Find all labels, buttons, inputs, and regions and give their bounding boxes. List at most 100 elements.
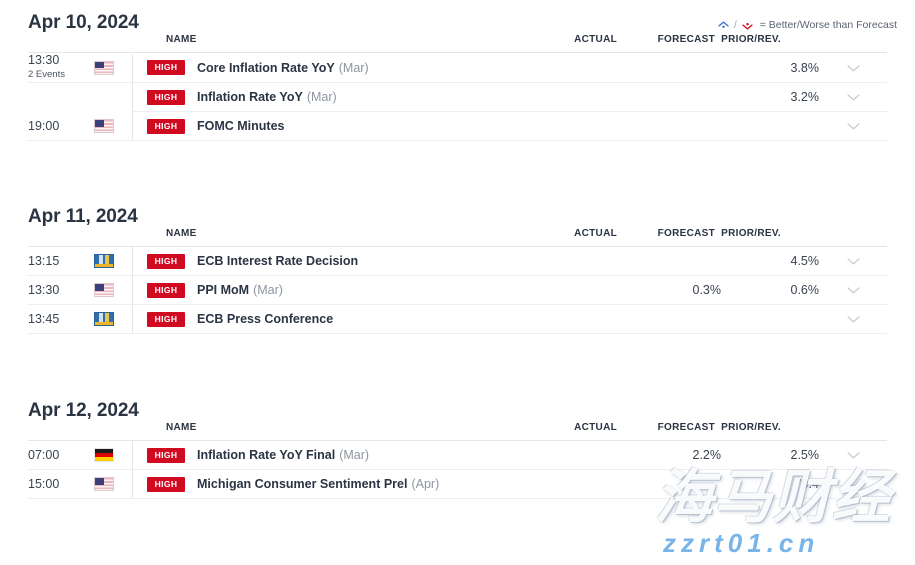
table-row[interactable]: 13:30 2 Events HIGH Core Inflation Rate YoY… [28, 52, 887, 83]
impact-badge-high: HIGH [147, 282, 185, 298]
event-title[interactable]: Inflation Rate YoY Final [197, 448, 335, 462]
table-row[interactable]: 19:00 HIGH FOMC Minutes [28, 111, 887, 141]
event-time: 07:00 [28, 448, 60, 462]
event-time: 19:00 [28, 118, 60, 133]
country-flag-cell [94, 246, 132, 276]
flag-icon-us [94, 60, 114, 75]
event-time: 15:00 [28, 477, 60, 491]
table-row[interactable]: HIGH Inflation Rate YoY (Mar) 3.2% [28, 82, 887, 112]
event-time-cell [28, 83, 94, 112]
event-name-cell[interactable]: HIGH FOMC Minutes [132, 111, 527, 141]
chevron-down-icon[interactable] [846, 91, 861, 101]
flag-icon-de [94, 448, 114, 463]
event-time-cell: 13:45 [28, 304, 94, 334]
event-prior-value [721, 111, 819, 141]
event-actual-value [527, 111, 623, 141]
event-name-cell[interactable]: HIGH Core Inflation Rate YoY (Mar) [132, 52, 527, 83]
col-header-name: NAME [132, 34, 527, 53]
watermark-url: zzrt01.cn [663, 528, 820, 558]
event-name-cell[interactable]: HIGH ECB Interest Rate Decision [132, 246, 527, 276]
event-expand-cell[interactable] [819, 275, 887, 305]
col-header-actual: ACTUAL [527, 228, 623, 247]
impact-badge-high: HIGH [147, 118, 185, 134]
chevron-down-icon[interactable] [846, 120, 861, 130]
event-actual-value [527, 52, 623, 83]
chevron-down-icon[interactable] [846, 284, 861, 294]
impact-badge-high: HIGH [147, 60, 185, 75]
col-header-prior: PRIOR/REV. [721, 228, 819, 247]
event-time-cell: 13:15 [28, 246, 94, 276]
col-header-actual: ACTUAL [527, 34, 623, 53]
col-header-flag [94, 34, 132, 53]
event-time-cell: 13:30 [28, 275, 94, 305]
event-prior-value: 2.5% [721, 440, 819, 470]
chevron-down-icon[interactable] [846, 255, 861, 265]
event-period: (Mar) [306, 90, 337, 104]
event-expand-cell[interactable] [819, 82, 887, 112]
event-title[interactable]: FOMC Minutes [197, 119, 285, 133]
table-row[interactable]: 13:15 HIGH ECB Interest Rate Decision 4.5% [28, 246, 887, 276]
event-expand-cell[interactable] [819, 469, 887, 499]
chevron-down-icon[interactable] [846, 62, 861, 72]
impact-badge-high: HIGH [147, 476, 185, 492]
events-table: NAME ACTUAL FORECAST PRIOR/REV. 07:00 HIGH Inf… [28, 422, 887, 499]
impact-badge-high: HIGH [147, 447, 185, 463]
table-row[interactable]: 15:00 HIGH Michigan Consumer Sentiment Pre… [28, 469, 887, 499]
event-period: (Apr) [411, 477, 440, 491]
event-name-cell[interactable]: HIGH ECB Press Conference [132, 304, 527, 334]
chevron-down-icon[interactable] [846, 478, 861, 488]
event-expand-cell[interactable] [819, 304, 887, 334]
event-title[interactable]: Inflation Rate YoY [197, 90, 303, 104]
table-row[interactable]: 13:45 HIGH ECB Press Conference [28, 304, 887, 334]
country-flag-cell [94, 83, 132, 112]
event-title[interactable]: PPI MoM [197, 283, 249, 297]
event-prior-value: 0.6% [721, 275, 819, 305]
event-time: 13:30 [28, 283, 60, 297]
day-block: Apr 12, 2024 NAME ACTUAL FORECAST PRIOR/REV.… [0, 400, 915, 499]
event-expand-cell[interactable] [819, 111, 887, 141]
event-expand-cell[interactable] [819, 440, 887, 470]
col-header-expand [819, 228, 887, 247]
event-name-cell[interactable]: HIGH Inflation Rate YoY (Mar) [132, 82, 527, 112]
col-header-forecast: FORECAST [623, 422, 721, 441]
col-header-forecast: FORECAST [623, 228, 721, 247]
country-flag-cell [94, 52, 132, 83]
event-title[interactable]: Michigan Consumer Sentiment Prel [197, 477, 407, 491]
event-actual-value [527, 469, 623, 499]
impact-badge-high: HIGH [147, 253, 185, 269]
country-flag-cell [94, 111, 132, 141]
event-time-cell: 19:00 [28, 111, 94, 141]
event-forecast-value: 0.3% [623, 275, 721, 305]
event-title[interactable]: ECB Interest Rate Decision [197, 254, 358, 268]
event-name-cell[interactable]: HIGH Michigan Consumer Sentiment Prel (Apr… [132, 469, 527, 499]
event-expand-cell[interactable] [819, 52, 887, 83]
col-header-expand [819, 34, 887, 53]
chevron-down-icon[interactable] [846, 449, 861, 459]
event-title[interactable]: ECB Press Conference [197, 312, 333, 326]
event-name-cell[interactable]: HIGH Inflation Rate YoY Final (Mar) [132, 440, 527, 470]
event-time: 13:15 [28, 254, 60, 268]
event-forecast-value [623, 82, 721, 112]
country-flag-cell [94, 304, 132, 334]
event-expand-cell[interactable] [819, 246, 887, 276]
table-row[interactable]: 07:00 HIGH Inflation Rate YoY Final (Mar) 2.… [28, 440, 887, 470]
col-header-name: NAME [132, 228, 527, 247]
impact-badge-high: HIGH [147, 311, 185, 327]
col-header-expand [819, 422, 887, 441]
impact-badge-high: HIGH [147, 89, 185, 105]
economic-calendar-page: / = Better/Worse than Forecast Apr 10, 2… [0, 0, 915, 565]
table-row[interactable]: 13:30 HIGH PPI MoM (Mar) 0.3% 0.6% [28, 275, 887, 305]
event-name-cell[interactable]: HIGH PPI MoM (Mar) [132, 275, 527, 305]
event-actual-value [527, 246, 623, 276]
event-forecast-value [623, 469, 721, 499]
event-time: 13:30 [28, 53, 60, 67]
chevron-down-icon[interactable] [846, 313, 861, 323]
flag-icon-us [94, 119, 114, 134]
event-title[interactable]: Core Inflation Rate YoY [197, 61, 335, 75]
event-actual-value [527, 275, 623, 305]
flag-icon-eu [94, 312, 114, 327]
col-header-flag [94, 228, 132, 247]
event-period: (Mar) [338, 60, 369, 75]
event-prior-value: 3.8% [721, 52, 819, 83]
event-time-cell: 15:00 [28, 469, 94, 499]
